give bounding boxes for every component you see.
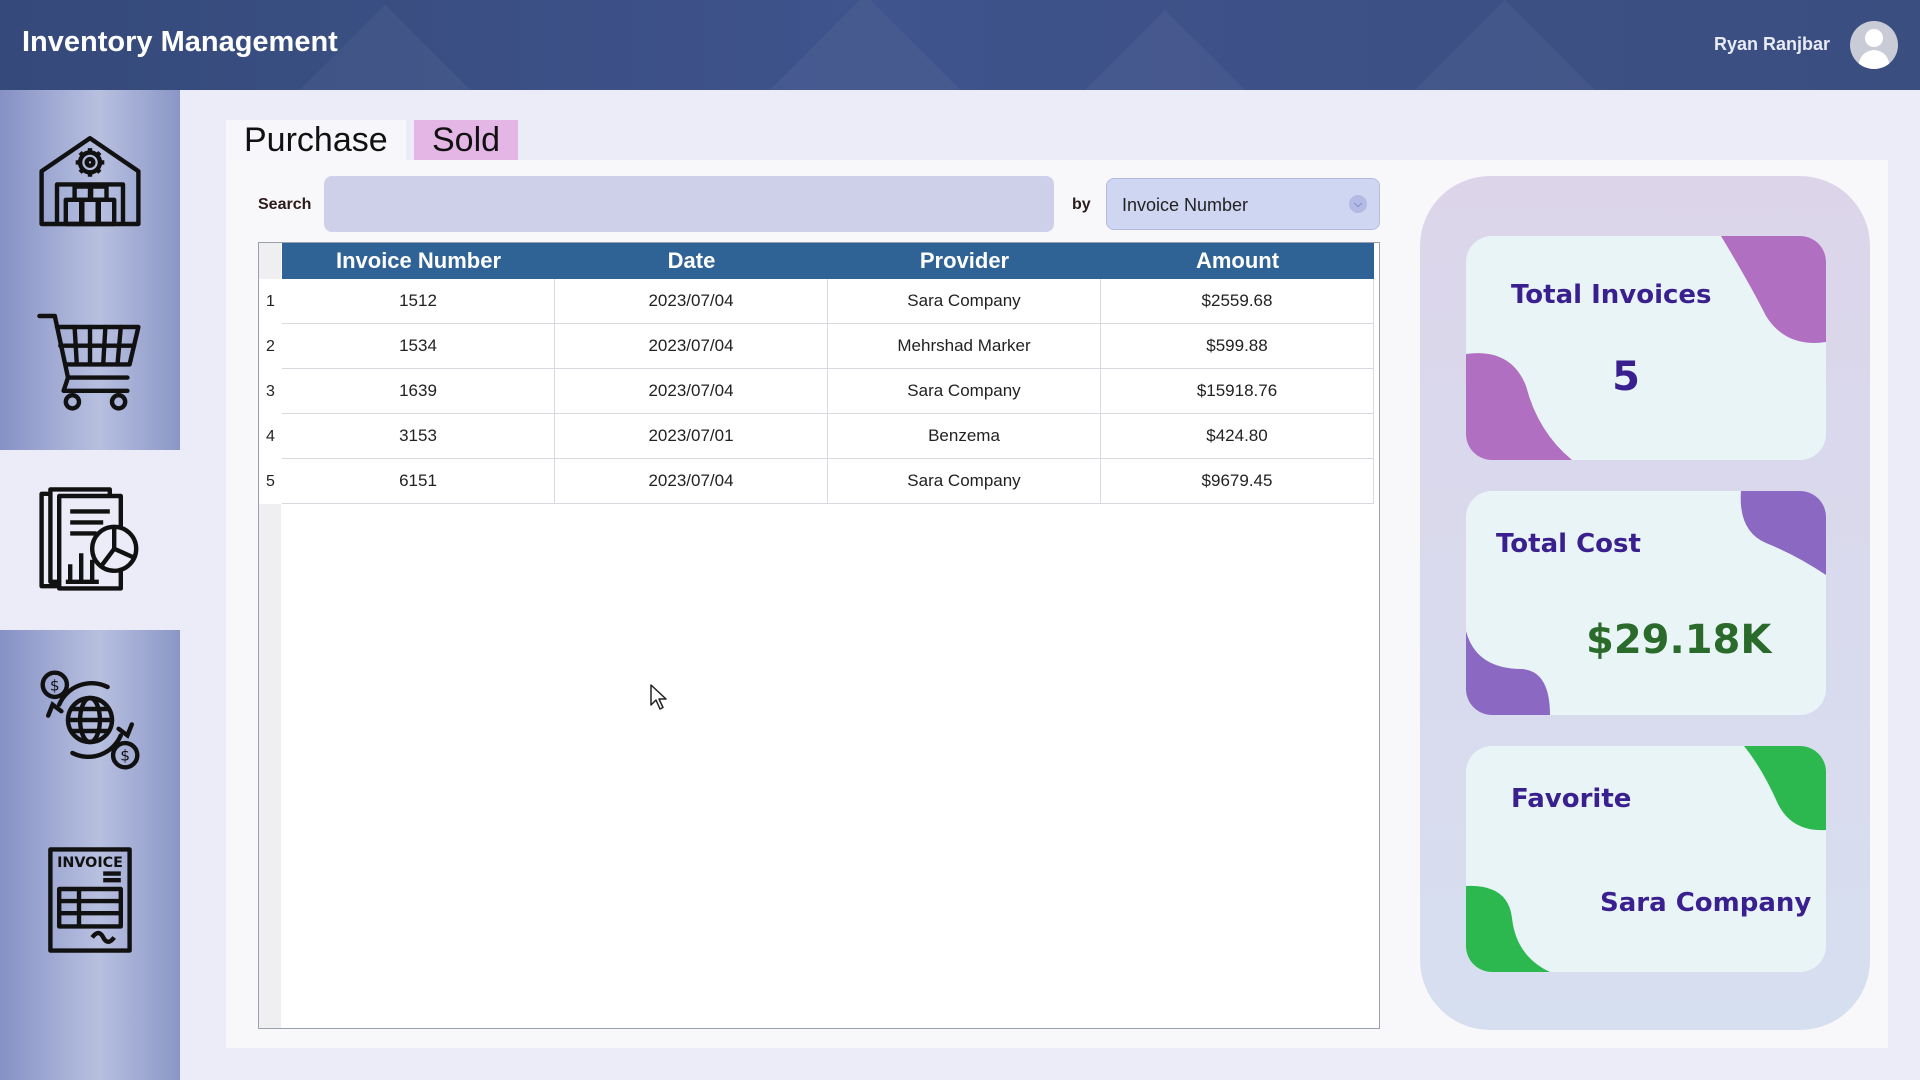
row-number: 4: [259, 414, 282, 459]
report-documents-icon: [39, 487, 139, 591]
cell-invoice-number[interactable]: 1639: [282, 369, 555, 414]
sidebar-item-warehouse[interactable]: [0, 90, 180, 270]
cell-amount[interactable]: $15918.76: [1101, 369, 1374, 414]
table-row[interactable]: 4 3153 2023/07/01 Benzema $424.80: [259, 414, 1374, 459]
cell-invoice-number[interactable]: 1512: [282, 279, 555, 324]
cell-date[interactable]: 2023/07/01: [555, 414, 828, 459]
total-cost-value: $29.18K: [1586, 617, 1772, 663]
shopping-cart-icon: [37, 313, 141, 411]
row-number: 5: [259, 459, 282, 504]
sidebar-item-exchange[interactable]: $ $: [0, 630, 180, 810]
table-header: Invoice Number Date Provider Amount: [282, 243, 1374, 279]
search-label: Search: [258, 196, 312, 213]
user-name: Ryan Ranjbar: [1713, 34, 1830, 54]
search-input[interactable]: [324, 176, 1054, 232]
cell-date[interactable]: 2023/07/04: [555, 459, 828, 504]
favorite-title: Favorite: [1511, 784, 1632, 814]
mouse-cursor-icon: [650, 684, 667, 710]
cell-date[interactable]: 2023/07/04: [555, 369, 828, 414]
tab-purchase[interactable]: Purchase: [226, 120, 406, 160]
sidebar-item-reports[interactable]: [0, 450, 180, 630]
cell-provider[interactable]: Benzema: [828, 414, 1101, 459]
favorite-value: Sara Company: [1600, 888, 1812, 918]
invoice-icon: INVOICE: [48, 847, 132, 953]
cell-date[interactable]: 2023/07/04: [555, 324, 828, 369]
cell-amount[interactable]: $599.88: [1101, 324, 1374, 369]
sidebar-item-cart[interactable]: [0, 270, 180, 450]
table-row[interactable]: 1 1512 2023/07/04 Sara Company $2559.68: [259, 279, 1374, 324]
card-decoration-icon: [1466, 491, 1826, 715]
total-cost-title: Total Cost: [1496, 529, 1641, 559]
total-invoices-title: Total Invoices: [1511, 280, 1712, 310]
warehouse-icon: [39, 136, 141, 227]
tab-sold[interactable]: Sold: [414, 120, 519, 160]
total-invoices-value: 5: [1612, 354, 1640, 400]
cell-invoice-number[interactable]: 1534: [282, 324, 555, 369]
cell-provider[interactable]: Mehrshad Marker: [828, 324, 1101, 369]
svg-text:$: $: [50, 676, 60, 694]
cell-invoice-number[interactable]: 6151: [282, 459, 555, 504]
column-header-amount[interactable]: Amount: [1101, 243, 1374, 279]
total-cost-card: Total Cost $29.18K: [1466, 491, 1826, 715]
user-avatar-icon[interactable]: [1850, 21, 1898, 69]
row-number: 2: [259, 324, 282, 369]
row-number: 3: [259, 369, 282, 414]
global-currency-exchange-icon: $ $: [40, 670, 140, 770]
cell-provider[interactable]: Sara Company: [828, 279, 1101, 324]
search-by-selected-value: Invoice Number: [1122, 195, 1249, 215]
cell-date[interactable]: 2023/07/04: [555, 279, 828, 324]
search-by-select[interactable]: Invoice Number ⌵: [1106, 178, 1380, 230]
table-row[interactable]: 3 1639 2023/07/04 Sara Company $15918.76: [259, 369, 1374, 414]
sidebar: $ $ INVOICE: [0, 90, 180, 1080]
table-row[interactable]: 2 1534 2023/07/04 Mehrshad Marker $599.8…: [259, 324, 1374, 369]
column-header-date[interactable]: Date: [555, 243, 828, 279]
column-header-provider[interactable]: Provider: [828, 243, 1101, 279]
cell-amount[interactable]: $424.80: [1101, 414, 1374, 459]
cell-provider[interactable]: Sara Company: [828, 369, 1101, 414]
card-decoration-icon: [1466, 236, 1826, 460]
row-number: 1: [259, 279, 282, 324]
column-header-invoice-number[interactable]: Invoice Number: [282, 243, 555, 279]
app-header: Inventory Management Ryan Ranjbar: [0, 0, 1920, 90]
cell-amount[interactable]: $2559.68: [1101, 279, 1374, 324]
svg-text:INVOICE: INVOICE: [57, 855, 123, 871]
sidebar-item-invoices[interactable]: INVOICE: [0, 810, 180, 990]
favorite-card: Favorite Sara Company: [1466, 746, 1826, 972]
svg-text:$: $: [120, 747, 130, 765]
chevron-down-icon: ⌵: [1349, 195, 1367, 213]
total-invoices-card: Total Invoices 5: [1466, 236, 1826, 460]
table-row[interactable]: 5 6151 2023/07/04 Sara Company $9679.45: [259, 459, 1374, 504]
app-title: Inventory Management: [22, 26, 338, 58]
cell-invoice-number[interactable]: 3153: [282, 414, 555, 459]
search-by-label: by: [1072, 196, 1091, 213]
card-decoration-icon: [1466, 746, 1826, 972]
cell-amount[interactable]: $9679.45: [1101, 459, 1374, 504]
cell-provider[interactable]: Sara Company: [828, 459, 1101, 504]
